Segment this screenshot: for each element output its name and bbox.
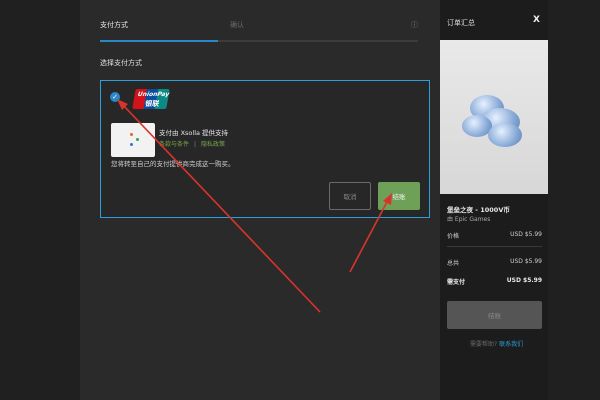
payment-panel: 支付方式 确认 ⓘ 选择支付方式 ✓ UnionPay 银联 支付由 Xsoll… [80, 0, 440, 400]
close-icon[interactable]: X [533, 15, 540, 25]
pay-label: 需支付 [447, 279, 466, 286]
xsolla-logo [111, 123, 155, 157]
checkout-tabs: 支付方式 确认 ⓘ [100, 12, 418, 42]
total-label: 总共 [447, 260, 460, 267]
order-summary: 订单汇总 X 堡垒之夜 - 1000V币 由 Epic Games 价格 USD… [440, 0, 548, 400]
pay-row: 需支付 USD $5.99 [447, 277, 542, 286]
help-prefix: 需要帮助? [470, 341, 498, 348]
link-separator: | [194, 141, 197, 148]
unionpay-logo: UnionPay 银联 [132, 89, 170, 109]
product-image [440, 40, 548, 194]
divider [447, 246, 542, 247]
help-text: 需要帮助? 联系我们 [470, 339, 523, 348]
cancel-button[interactable]: 取消 [329, 182, 371, 210]
tab-payment-method[interactable]: 支付方式 [100, 20, 128, 30]
product-name: 堡垒之夜 - 1000V币 [447, 206, 510, 214]
info-icon[interactable]: ⓘ [411, 20, 418, 30]
terms-link[interactable]: 条款与条件 [159, 141, 189, 148]
legal-links: 条款与条件 | 隐私政策 [159, 139, 225, 148]
total-value: USD $5.99 [510, 258, 542, 265]
price-row: 价格 USD $5.99 [447, 231, 542, 240]
unionpay-logo-text: UnionPay [137, 91, 170, 98]
privacy-link[interactable]: 隐私政策 [201, 141, 225, 148]
redirect-info: 您将转至自己的支付提供商完成这一购买。 [111, 160, 235, 168]
summary-title: 订单汇总 [447, 19, 475, 27]
contact-link[interactable]: 联系我们 [499, 341, 523, 348]
total-row: 总共 USD $5.99 [447, 258, 542, 267]
price-label: 价格 [447, 233, 460, 240]
section-title: 选择支付方式 [100, 59, 142, 67]
unionpay-logo-cn: 银联 [144, 100, 160, 108]
tab-confirm[interactable]: 确认 [230, 20, 244, 30]
tab-progress-indicator [100, 40, 218, 42]
checkout-button[interactable]: 结账 [378, 182, 420, 210]
provider-text: 支付由 Xsolla 提供支持 [159, 129, 229, 137]
summary-checkout-button[interactable]: 结账 [447, 301, 542, 329]
payment-option-unionpay[interactable]: ✓ UnionPay 银联 支付由 Xsolla 提供支持 条款与条件 | 隐私政策… [100, 80, 430, 218]
selected-check-icon[interactable]: ✓ [110, 92, 120, 102]
publisher: 由 Epic Games [447, 216, 491, 223]
price-value: USD $5.99 [510, 231, 542, 238]
pay-value: USD $5.99 [506, 277, 542, 284]
